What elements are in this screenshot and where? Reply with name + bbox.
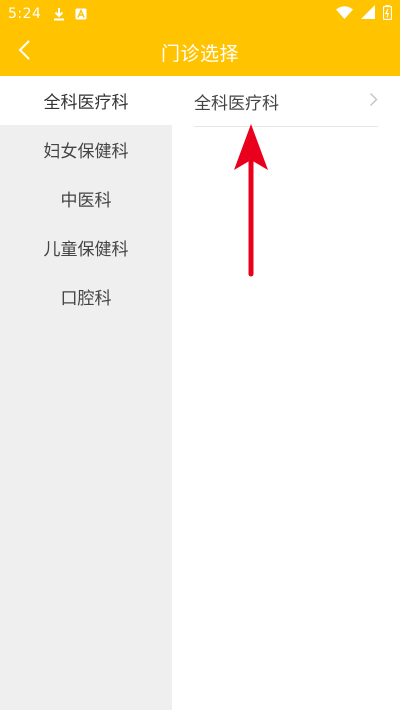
page-title: 门诊选择: [160, 42, 239, 65]
download-icon: [53, 7, 65, 21]
wifi-icon: [336, 5, 353, 23]
department-row-general[interactable]: 全科医疗科: [194, 76, 378, 127]
category-item-general[interactable]: 全科医疗科: [0, 76, 172, 125]
department-list: 全科医疗科: [172, 76, 400, 710]
battery-icon: [382, 4, 393, 24]
category-label: 全科医疗科: [43, 93, 129, 113]
chevron-right-icon: [369, 92, 378, 111]
department-label: 全科医疗科: [194, 93, 279, 114]
status-bar: 5:24: [0, 0, 400, 28]
category-item-child-health[interactable]: 儿童保健科: [0, 223, 172, 272]
category-label: 口腔科: [60, 289, 112, 309]
signal-icon: [361, 5, 375, 23]
status-time: 5:24: [8, 6, 42, 22]
category-label: 妇女保健科: [43, 142, 129, 162]
annotation-arrow-icon: [234, 124, 268, 277]
back-button[interactable]: [6, 34, 42, 70]
category-item-womens-health[interactable]: 妇女保健科: [0, 125, 172, 174]
chevron-left-icon: [17, 39, 31, 65]
app-notification-icon: [75, 8, 87, 20]
app-header: 门诊选择: [0, 28, 400, 76]
app-screen: 5:24 门诊选择 全科医疗科 妇女保健科 中医科 儿童保健科 口腔科 全科医疗…: [0, 0, 400, 710]
status-right-group: [336, 4, 393, 24]
category-sidebar: 全科医疗科 妇女保健科 中医科 儿童保健科 口腔科: [0, 76, 172, 710]
category-item-dental[interactable]: 口腔科: [0, 272, 172, 321]
category-label: 中医科: [60, 191, 112, 211]
category-label: 儿童保健科: [43, 240, 129, 260]
category-item-tcm[interactable]: 中医科: [0, 174, 172, 223]
